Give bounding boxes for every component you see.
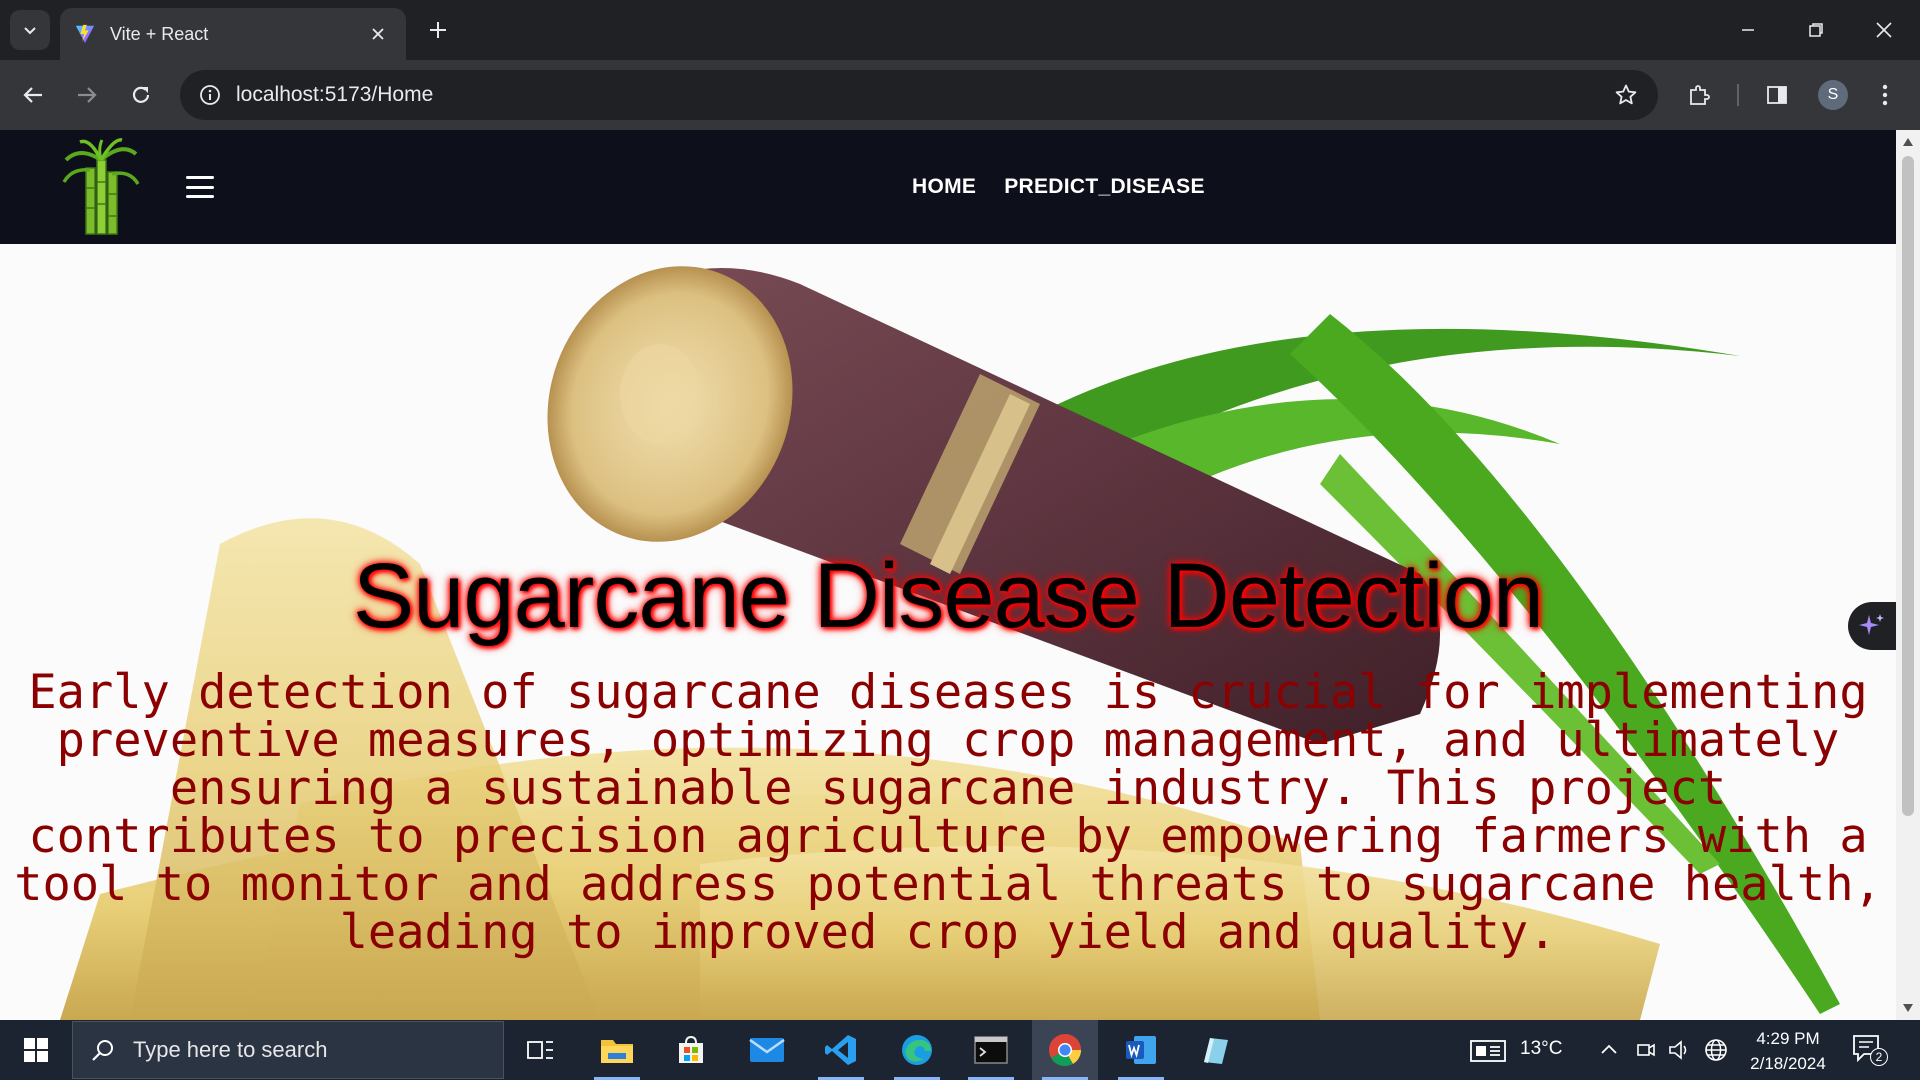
vscode-icon xyxy=(825,1035,856,1065)
windows-logo-icon xyxy=(24,1038,48,1062)
chevron-down-icon xyxy=(24,27,36,35)
news-widget-icon[interactable] xyxy=(1470,1039,1506,1063)
bookmark-star-icon[interactable] xyxy=(1604,73,1648,117)
windows-taskbar: Type here to search 13°C 4:29 PM 2/18/20… xyxy=(0,1020,1920,1080)
volume-icon[interactable] xyxy=(1668,1039,1692,1061)
scroll-down-arrow-icon[interactable] xyxy=(1902,1002,1914,1014)
tab-title: Vite + React xyxy=(110,23,209,44)
sparkle-assistant-button[interactable] xyxy=(1848,602,1896,650)
extensions-button[interactable] xyxy=(1678,74,1720,116)
notification-count-badge: 2 xyxy=(1870,1048,1888,1066)
chevron-up-icon[interactable] xyxy=(1600,1042,1618,1056)
new-tab-button[interactable] xyxy=(420,12,456,48)
task-view-button[interactable] xyxy=(508,1020,574,1080)
restore-button[interactable] xyxy=(1782,0,1850,60)
scrollbar-thumb[interactable] xyxy=(1902,156,1914,816)
forward-button[interactable] xyxy=(66,74,108,116)
close-window-button[interactable] xyxy=(1850,0,1918,60)
close-icon xyxy=(372,28,384,40)
store-icon xyxy=(679,1035,703,1063)
hero-description: Early detection of sugarcane diseases is… xyxy=(14,665,1882,960)
clock-time: 4:29 PM xyxy=(1756,1029,1820,1048)
notification-center-button[interactable]: 2 xyxy=(1852,1034,1888,1068)
edge-button[interactable] xyxy=(884,1020,950,1080)
browser-tab[interactable]: Vite + React xyxy=(60,8,406,60)
search-placeholder: Type here to search xyxy=(133,1037,328,1062)
arrow-left-icon xyxy=(23,87,42,103)
start-button[interactable] xyxy=(10,1020,62,1080)
taskbar-clock[interactable]: 4:29 PM 2/18/2024 xyxy=(1738,1026,1838,1076)
chrome-icon xyxy=(1049,1034,1081,1067)
site-info-icon[interactable] xyxy=(196,81,224,109)
kebab-menu-icon xyxy=(1882,84,1888,106)
task-view-icon xyxy=(527,1041,553,1059)
edge-icon xyxy=(902,1035,932,1065)
microsoft-store-button[interactable] xyxy=(658,1020,724,1080)
address-bar[interactable]: localhost:5173/Home xyxy=(180,70,1658,120)
chrome-button[interactable] xyxy=(1032,1020,1098,1080)
mail-button[interactable] xyxy=(734,1020,800,1080)
sugarcane-logo[interactable] xyxy=(60,138,140,236)
restore-icon xyxy=(1809,23,1823,37)
browser-tab-strip: Vite + React xyxy=(0,0,1920,60)
folder-icon xyxy=(601,1040,633,1063)
profile-avatar[interactable]: S xyxy=(1818,80,1848,110)
menu-button[interactable] xyxy=(1864,74,1906,116)
search-icon xyxy=(92,1040,113,1061)
site-nav-links: HOME PREDICT_DISEASE xyxy=(912,130,1205,244)
vscode-button[interactable] xyxy=(808,1020,874,1080)
meet-now-icon[interactable] xyxy=(1635,1039,1657,1061)
hamburger-menu-icon[interactable] xyxy=(184,172,216,202)
sparkle-icon xyxy=(1859,614,1884,635)
reload-button[interactable] xyxy=(120,74,162,116)
browser-toolbar: localhost:5173/Home S xyxy=(0,60,1920,130)
terminal-icon xyxy=(974,1036,1008,1064)
puzzle-icon xyxy=(1690,85,1710,105)
plus-icon xyxy=(430,22,446,38)
site-navbar: HOME PREDICT_DISEASE xyxy=(0,130,1896,244)
reload-icon xyxy=(132,86,150,103)
url-text[interactable]: localhost:5173/Home xyxy=(236,83,1604,107)
weather-temp[interactable]: 13°C xyxy=(1520,1038,1562,1060)
hero-title: Sugarcane Disease Detection xyxy=(352,545,1544,647)
close-icon xyxy=(1876,22,1892,38)
nav-link-predict-disease[interactable]: PREDICT_DISEASE xyxy=(1004,175,1205,199)
file-explorer-button[interactable] xyxy=(584,1020,650,1080)
clock-date: 2/18/2024 xyxy=(1750,1054,1826,1073)
globe-network-icon[interactable] xyxy=(1704,1038,1728,1062)
taskbar-search-box[interactable]: Type here to search xyxy=(72,1021,504,1079)
side-panel-icon xyxy=(1767,86,1787,104)
tab-search-button[interactable] xyxy=(10,10,50,50)
toolbar-divider xyxy=(1737,84,1739,106)
page-scrollbar[interactable] xyxy=(1896,130,1920,1020)
notepad-icon xyxy=(1204,1038,1228,1064)
tab-close-button[interactable] xyxy=(364,20,392,48)
word-icon xyxy=(1126,1036,1156,1064)
minimize-icon xyxy=(1742,29,1754,31)
back-button[interactable] xyxy=(12,74,54,116)
mail-icon xyxy=(749,1038,785,1062)
vite-logo-icon xyxy=(75,24,95,44)
hero-section: Sugarcane Disease Detection Early detect… xyxy=(0,244,1896,1020)
arrow-right-icon xyxy=(78,87,97,103)
terminal-button[interactable] xyxy=(958,1020,1024,1080)
side-panel-button[interactable] xyxy=(1756,74,1798,116)
word-button[interactable] xyxy=(1108,1020,1174,1080)
page-viewport: HOME PREDICT_DISEASE Sugarcane Disease D… xyxy=(0,130,1896,1020)
scroll-up-arrow-icon[interactable] xyxy=(1902,136,1914,148)
minimize-button[interactable] xyxy=(1714,0,1782,60)
notepad-app-button[interactable] xyxy=(1182,1020,1248,1080)
nav-link-home[interactable]: HOME xyxy=(912,175,976,199)
